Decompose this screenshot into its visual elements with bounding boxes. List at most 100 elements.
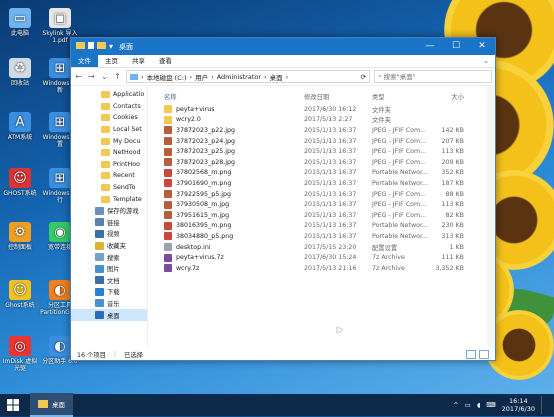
start-button[interactable] (0, 394, 26, 416)
search-box[interactable]: ⌕ (374, 70, 492, 83)
tab-file[interactable]: 文件 (71, 55, 98, 67)
file-row[interactable]: 37872023_p28.jpg 2015/1/13 16:37 JPEG - JF… (148, 157, 495, 168)
file-row[interactable]: 37802568_m.png 2015/1/13 16:37 Portable Ne… (148, 168, 495, 179)
desktop-icon[interactable]: ◎ ImDisk 虚拟光驱 (0, 336, 40, 372)
nav-item[interactable]: Cookies (71, 112, 147, 124)
nav-item[interactable]: 桌面 (71, 309, 147, 321)
column-name[interactable]: 名称 (164, 92, 304, 104)
scrollbar[interactable] (487, 86, 495, 348)
file-type: JPEG - JFIF Com... (372, 190, 427, 198)
file-date: 2017/6/30 16:12 (304, 105, 357, 113)
close-button[interactable]: ✕ (469, 38, 495, 55)
back-button[interactable]: ← (74, 72, 83, 81)
tab-share[interactable]: 共享 (125, 55, 152, 67)
column-size[interactable]: 大小 (432, 92, 464, 104)
nav-item[interactable]: My Docu (71, 135, 147, 147)
file-row[interactable]: 37951615_m.jpg 2015/1/13 16:37 JPEG - JFIF… (148, 210, 495, 221)
ghost-icon: ☺ (9, 280, 31, 300)
volume-icon[interactable]: ◖ (477, 401, 480, 409)
new-folder-icon[interactable] (97, 42, 106, 49)
desktop-icon[interactable]: ☺ GHOST系统 (0, 168, 40, 197)
tab-view[interactable]: 查看 (152, 55, 179, 67)
nav-item[interactable]: 文档 (71, 275, 147, 287)
search-input[interactable] (383, 72, 474, 81)
file-name-cell: 37872023_p22.jpg (164, 126, 304, 135)
refresh-icon[interactable]: ⟳ (361, 73, 369, 81)
nav-item[interactable]: 搜索 (71, 251, 147, 263)
desktop-icon[interactable]: ☺ Ghost系统 (0, 280, 40, 309)
file-row[interactable]: 37872023_p24.jpg 2015/1/13 16:37 JPEG - JF… (148, 136, 495, 147)
large-icons-view-icon[interactable] (479, 349, 489, 359)
nav-item[interactable]: Contacts (71, 101, 147, 113)
nav-item[interactable]: Applicatio (71, 89, 147, 101)
column-date[interactable]: 修改日期 (304, 92, 372, 104)
nav-item[interactable]: 图片 (71, 263, 147, 275)
chevron-down-icon[interactable]: ▾ (109, 42, 113, 51)
nav-item[interactable]: NetHood (71, 147, 147, 159)
file-row[interactable]: desktop.ini 2017/5/15 23:20 配置设置 1 KB (148, 242, 495, 253)
library-folder-icon (95, 253, 104, 262)
nav-item[interactable]: PrintHoo (71, 159, 147, 171)
desktop-icon[interactable]: ♻ 回收站 (0, 58, 40, 87)
chevron-up-icon[interactable]: ^ (453, 401, 458, 409)
desktop-icon[interactable]: ▭ 此电脑 (0, 8, 40, 37)
properties-icon[interactable] (88, 42, 94, 49)
explorer-window[interactable]: ▾ 桌面 — ☐ ✕ 文件 主页 共享 查看 ⌄ ← → ⌄ ↑ › 本地磁盘 … (70, 37, 496, 361)
nav-item-label: 搜索 (107, 254, 120, 262)
breadcrumb-administrator[interactable]: Administrator (217, 73, 261, 81)
clock[interactable]: 16:14 2017/6/30 (502, 397, 535, 413)
file-type: Portable Networ... (372, 169, 429, 177)
archive-icon (164, 253, 172, 262)
nav-item[interactable]: 视频 (71, 228, 147, 240)
file-row[interactable]: 38016395_m.png 2015/1/13 16:37 Portable Ne… (148, 221, 495, 232)
column-type[interactable]: 类型 (372, 92, 432, 104)
nav-item[interactable]: SendTo (71, 182, 147, 194)
nav-item[interactable]: 收藏夹 (71, 240, 147, 252)
nav-item-label: 视频 (107, 231, 120, 239)
breadcrumb-drive[interactable]: 本地磁盘 (C:) (147, 72, 187, 82)
maximize-button[interactable]: ☐ (443, 38, 469, 55)
nav-item[interactable]: 保存的游戏 (71, 205, 147, 217)
nav-item[interactable]: 链接 (71, 217, 147, 229)
details-view-icon[interactable] (466, 349, 476, 359)
forward-button[interactable]: → (87, 72, 96, 81)
nav-item[interactable]: 音乐 (71, 298, 147, 310)
desktop-icon[interactable]: ⚙ 控制面板 (0, 222, 40, 251)
file-row[interactable]: 37901690_m.png 2015/1/13 16:37 Portable Ne… (148, 178, 495, 189)
folder-icon (101, 91, 110, 99)
file-name-cell: 38016395_m.png (164, 221, 304, 230)
breadcrumb-desktop[interactable]: 桌面 (270, 72, 283, 82)
file-size: 207 KB (441, 137, 464, 145)
recent-locations-icon[interactable]: ⌄ (100, 72, 109, 81)
network-icon[interactable]: ▭ (465, 401, 471, 409)
file-row[interactable]: wcry.7z 2017/5/13 21:16 7z Archive 3,352 KB (148, 263, 495, 274)
breadcrumb-users[interactable]: 用户 (195, 72, 208, 82)
address-bar[interactable]: › 本地磁盘 (C:) › 用户 › Administrator › 桌面 › … (126, 70, 370, 83)
file-row[interactable]: peyta+virus 2017/6/30 16:12 文件夹 (148, 104, 495, 115)
file-row[interactable]: 38034880_p5.png 2015/1/13 16:37 Portable N… (148, 231, 495, 242)
file-row[interactable]: peyta+virus.7z 2017/6/30 15:24 7z Archive 1… (148, 252, 495, 263)
nav-item[interactable]: 下载 (71, 286, 147, 298)
nav-item-label: Applicatio (113, 91, 145, 99)
nav-item-label: 链接 (107, 219, 120, 227)
minimize-button[interactable]: — (417, 38, 443, 55)
nav-item[interactable]: Local Set (71, 124, 147, 136)
file-row[interactable]: 37872023_p22.jpg 2015/1/13 16:37 JPEG - JF… (148, 125, 495, 136)
file-date: 2015/1/13 16:37 (304, 179, 357, 187)
window-title: 桌面 (119, 42, 134, 51)
tab-home[interactable]: 主页 (98, 55, 125, 67)
expand-ribbon-icon[interactable]: ⌄ (483, 57, 495, 65)
title-bar[interactable]: ▾ 桌面 — ☐ ✕ (71, 38, 495, 55)
file-row[interactable]: 37872023_p25.jpg 2015/1/13 16:37 JPEG - JF… (148, 146, 495, 157)
library-folder-icon (95, 206, 104, 215)
file-row[interactable]: wcry2.0 2017/5/13 2:27 文件夹 (148, 115, 495, 126)
nav-item[interactable]: Template (71, 193, 147, 205)
nav-item[interactable]: Recent (71, 170, 147, 182)
up-button[interactable]: ↑ (113, 72, 122, 81)
taskbar-explorer-button[interactable]: 桌面 (30, 393, 73, 417)
notification-icon[interactable] (541, 396, 548, 414)
file-row[interactable]: 37922595_p5.jpg 2015/1/13 16:37 JPEG - JFI… (148, 189, 495, 200)
desktop-icon[interactable]: A ATM系统 (0, 112, 40, 141)
file-row[interactable]: 37930508_m.jpg 2015/1/13 16:37 JPEG - JFIF… (148, 199, 495, 210)
input-method-icon[interactable]: ⌨ (486, 401, 495, 409)
